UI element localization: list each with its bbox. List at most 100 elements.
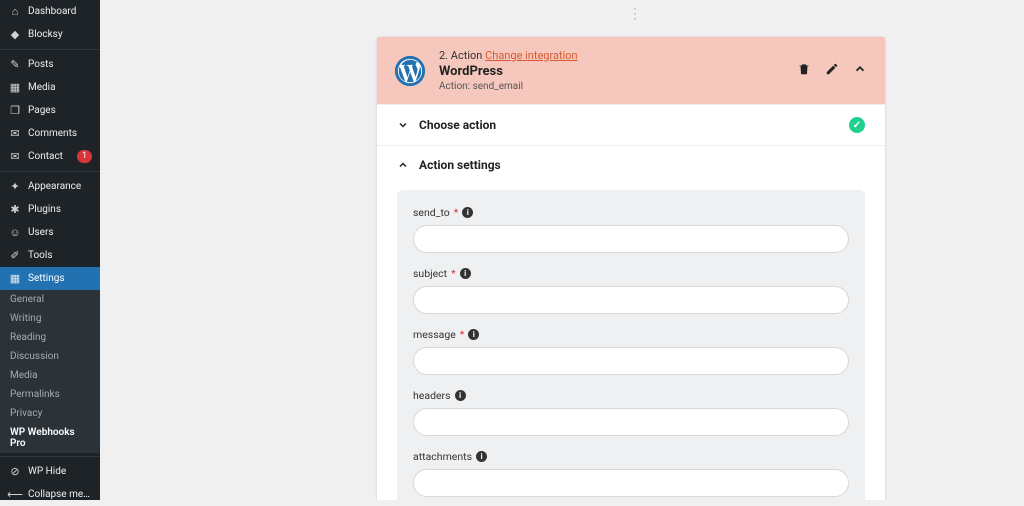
send_to-input[interactable]	[413, 225, 849, 253]
sidebar-item-wp-hide[interactable]: ⊘ WP Hide	[0, 460, 100, 483]
action-card: 2. Action Change integration WordPress A…	[376, 36, 886, 500]
collapse-label: Collapse menu	[28, 489, 92, 500]
info-icon[interactable]: i	[462, 207, 473, 218]
headers-input[interactable]	[413, 408, 849, 436]
wordpress-logo-icon	[395, 56, 425, 86]
sidebar-subitem-reading[interactable]: Reading	[0, 328, 100, 347]
card-actions	[797, 62, 867, 80]
notification-badge: 1	[77, 150, 92, 163]
sidebar-subitem-discussion[interactable]: Discussion	[0, 347, 100, 366]
sidebar-item-contact[interactable]: ✉ Contact 1	[0, 145, 100, 168]
info-icon[interactable]: i	[476, 451, 487, 462]
integration-title: WordPress	[439, 64, 783, 79]
field-label: subject* i	[413, 267, 849, 280]
field-send_to: send_to* i	[413, 206, 849, 253]
info-icon[interactable]: i	[455, 390, 466, 401]
info-icon[interactable]: i	[460, 268, 471, 279]
tools-icon: ✐	[8, 249, 22, 262]
settings-icon: ▦	[8, 272, 22, 285]
sidebar-separator	[0, 456, 100, 457]
sidebar-item-label: Media	[28, 82, 92, 93]
field-label: message* i	[413, 328, 849, 341]
sidebar-item-label: Tools	[28, 250, 92, 261]
field-attachments: attachments i	[413, 450, 849, 497]
sidebar-item-label: Pages	[28, 105, 92, 116]
posts-icon: ✎	[8, 58, 22, 71]
content-area: ⋮ 2. Action Change integration WordPress…	[100, 0, 1024, 500]
sidebar-subitem-permalinks[interactable]: Permalinks	[0, 385, 100, 404]
sidebar-item-appearance[interactable]: ✦ Appearance	[0, 175, 100, 198]
contact-icon: ✉	[8, 150, 22, 163]
field-label: headers i	[413, 389, 849, 402]
edit-icon[interactable]	[825, 62, 839, 80]
comments-icon: ✉	[8, 127, 22, 140]
sidebar-item-blocksy[interactable]: ◆ Blocksy	[0, 23, 100, 46]
sidebar-item-plugins[interactable]: ✱ Plugins	[0, 198, 100, 221]
field-message: message* i	[413, 328, 849, 375]
sidebar-separator	[0, 49, 100, 50]
field-label: attachments i	[413, 450, 849, 463]
attachments-input[interactable]	[413, 469, 849, 497]
chevron-down-icon	[397, 119, 409, 131]
action-settings-section[interactable]: Action settings	[377, 145, 885, 184]
delete-icon[interactable]	[797, 62, 811, 80]
field-label: send_to* i	[413, 206, 849, 219]
sidebar-item-label: Appearance	[28, 181, 92, 192]
collapse-icon: ⟵	[8, 488, 22, 501]
message-input[interactable]	[413, 347, 849, 375]
sidebar-subitem-general[interactable]: General	[0, 290, 100, 309]
sidebar-subitem-media[interactable]: Media	[0, 366, 100, 385]
info-icon[interactable]: i	[468, 329, 479, 340]
plugins-icon: ✱	[8, 203, 22, 216]
sidebar-item-label: Dashboard	[28, 6, 92, 17]
settings-body: send_to* i subject* i message* i headers…	[377, 184, 885, 500]
sidebar-item-label: Settings	[28, 273, 92, 284]
sidebar-item-media[interactable]: ▦ Media	[0, 76, 100, 99]
chevron-up-icon	[397, 159, 409, 171]
collapse-menu[interactable]: ⟵ Collapse menu	[0, 483, 100, 506]
sidebar-item-dashboard[interactable]: ⌂ Dashboard	[0, 0, 100, 23]
sidebar-item-label: WP Hide	[28, 466, 92, 477]
pages-icon: ❐	[8, 104, 22, 117]
sidebar-item-label: Contact	[28, 151, 71, 162]
collapse-card-icon[interactable]	[853, 62, 867, 80]
choose-action-section[interactable]: Choose action ✓	[377, 104, 885, 145]
sidebar-item-comments[interactable]: ✉ Comments	[0, 122, 100, 145]
sidebar-item-pages[interactable]: ❐ Pages	[0, 99, 100, 122]
sidebar-submenu: GeneralWritingReadingDiscussionMediaPerm…	[0, 290, 100, 453]
appearance-icon: ✦	[8, 180, 22, 193]
change-integration-link[interactable]: Change integration	[485, 49, 578, 62]
field-subject: subject* i	[413, 267, 849, 314]
admin-sidebar: ⌂ Dashboard ◆ Blocksy ✎ Posts ▦ Media ❐ …	[0, 0, 100, 500]
section-title: Choose action	[419, 118, 496, 132]
sidebar-item-settings[interactable]: ▦ Settings	[0, 267, 100, 290]
sidebar-item-label: Users	[28, 227, 92, 238]
sidebar-item-label: Plugins	[28, 204, 92, 215]
sidebar-subitem-privacy[interactable]: Privacy	[0, 404, 100, 423]
drag-handle-icon[interactable]: ⋮	[628, 6, 643, 22]
sidebar-item-users[interactable]: ☺ Users	[0, 221, 100, 244]
card-header-text: 2. Action Change integration WordPress A…	[439, 49, 783, 92]
step-number: 2. Action	[439, 49, 482, 62]
sidebar-item-label: Blocksy	[28, 29, 92, 40]
sidebar-item-label: Comments	[28, 128, 92, 139]
step-label: 2. Action Change integration	[439, 49, 783, 62]
subject-input[interactable]	[413, 286, 849, 314]
blocksy-icon: ◆	[8, 28, 22, 41]
sidebar-item-label: Posts	[28, 59, 92, 70]
media-icon: ▦	[8, 81, 22, 94]
users-icon: ☺	[8, 226, 22, 239]
wp-hide-icon: ⊘	[8, 465, 22, 478]
check-icon: ✓	[849, 117, 865, 133]
dashboard-icon: ⌂	[8, 5, 22, 18]
sidebar-separator	[0, 171, 100, 172]
field-headers: headers i	[413, 389, 849, 436]
sidebar-item-posts[interactable]: ✎ Posts	[0, 53, 100, 76]
sidebar-subitem-writing[interactable]: Writing	[0, 309, 100, 328]
action-subtitle: Action: send_email	[439, 81, 783, 92]
sidebar-item-tools[interactable]: ✐ Tools	[0, 244, 100, 267]
card-header: 2. Action Change integration WordPress A…	[377, 37, 885, 104]
settings-fields: send_to* i subject* i message* i headers…	[397, 190, 865, 500]
sidebar-subitem-wp-webhooks-pro[interactable]: WP Webhooks Pro	[0, 423, 100, 453]
section-title: Action settings	[419, 158, 501, 172]
